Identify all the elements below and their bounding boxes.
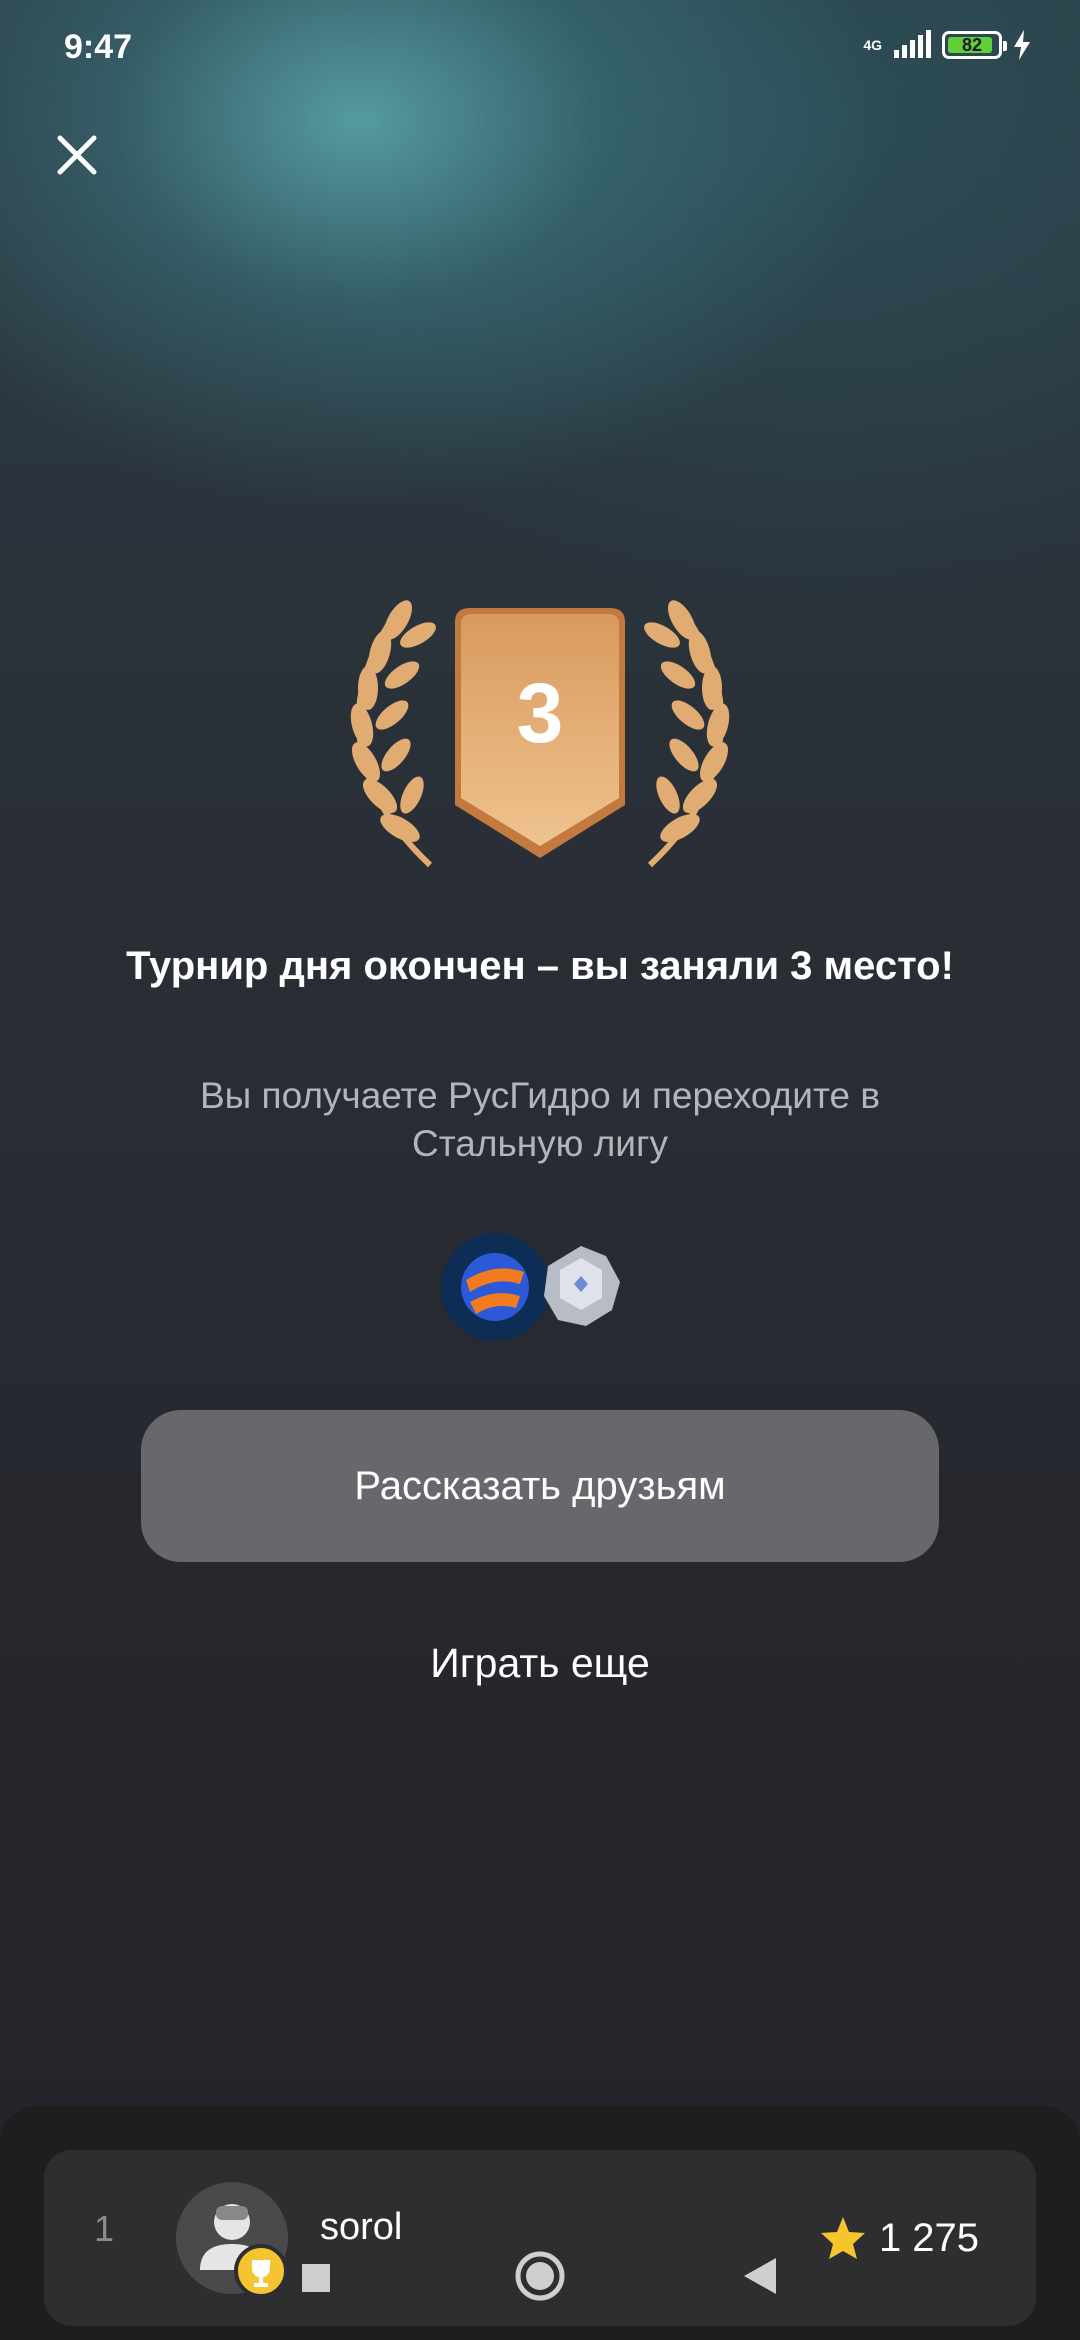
network-type: 4G — [863, 37, 882, 53]
star-icon — [820, 2217, 865, 2259]
place-badge: 3 — [320, 590, 760, 880]
share-button[interactable]: Рассказать друзьям — [141, 1410, 939, 1562]
score-value: 1 275 — [878, 2215, 980, 2260]
nav-home-button[interactable] — [514, 2250, 566, 2307]
close-button[interactable] — [52, 130, 102, 180]
username: sorol — [320, 2206, 403, 2248]
close-icon — [57, 135, 97, 175]
reward-icons — [440, 1232, 640, 1342]
nav-recents-button[interactable] — [300, 2262, 332, 2299]
place-number: 3 — [516, 666, 564, 760]
nav-back-button[interactable] — [742, 2256, 778, 2301]
signal-icon — [894, 30, 931, 58]
result-title: Турнир дня окончен – вы заняли 3 место! — [126, 944, 954, 988]
steel-league-icon — [544, 1246, 620, 1326]
score-badge: 1 275 — [784, 2186, 1014, 2290]
status-icons: 4G 82 — [863, 30, 1032, 60]
rushydro-logo-icon — [441, 1233, 549, 1341]
rank-number: 1 — [94, 2208, 115, 2249]
trophy-icon — [234, 2244, 288, 2298]
status-time: 9:47 — [64, 28, 133, 66]
back-triangle-icon — [744, 2258, 776, 2294]
charging-icon — [1014, 30, 1030, 60]
result-subtitle: Вы получаете РусГидро и переходите в Ста… — [199, 1075, 880, 1164]
play-again-button[interactable]: Играть еще — [340, 1640, 740, 1687]
battery-level: 82 — [961, 35, 983, 55]
square-icon — [302, 2264, 330, 2292]
battery-icon: 82 — [942, 31, 1007, 59]
status-bar: 9:47 4G 82 — [0, 0, 1080, 100]
circle-icon — [515, 2251, 565, 2301]
